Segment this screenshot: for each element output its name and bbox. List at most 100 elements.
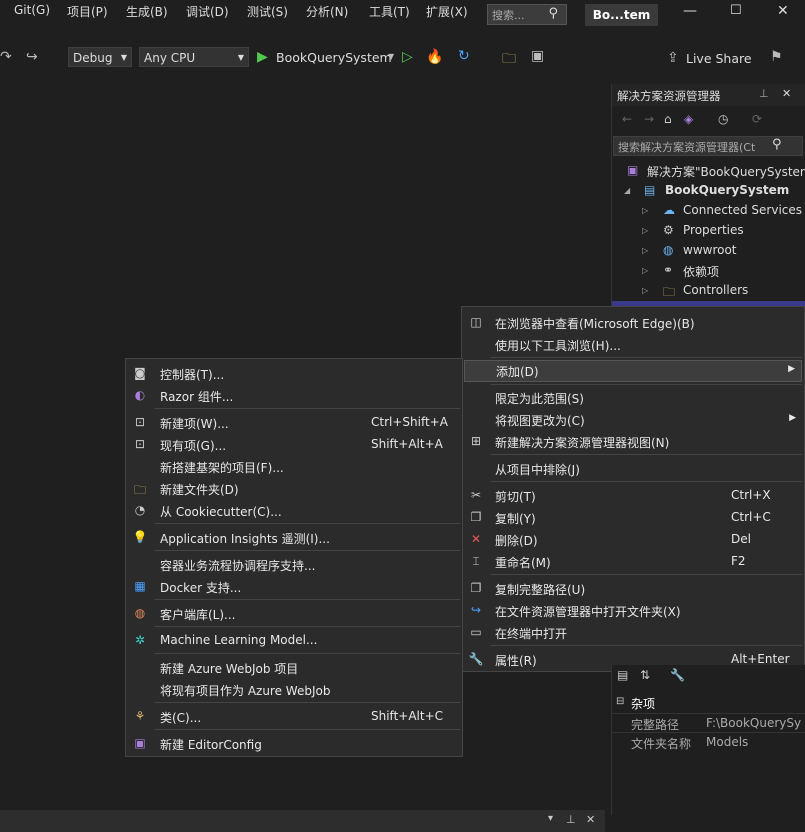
redo-icon[interactable]: ↷: [0, 49, 12, 65]
folder-icon[interactable]: 🗀: [502, 48, 516, 72]
forward-icon[interactable]: →: [644, 112, 654, 126]
bottom-panel-header: ▾ ⊥ ✕: [0, 810, 605, 832]
tree-item-dependencies[interactable]: ▷ ⚭ 依赖项: [612, 261, 805, 281]
tree-item-controllers[interactable]: ▷ 🗀 Controllers: [612, 281, 805, 301]
tree-item-solution[interactable]: ▣ 解决方案"BookQuerySystem": [612, 161, 805, 181]
tree-item-connected-services[interactable]: ▷ ☁ Connected Services: [612, 201, 805, 221]
tree-item-project[interactable]: ◢ ▤ BookQuerySystem: [612, 181, 805, 201]
config-dropdown[interactable]: Debug ▼: [68, 47, 132, 67]
menu-item-controller[interactable]: ◙ 控制器(T)...: [126, 363, 462, 385]
menu-item-docker-support[interactable]: ▦ Docker 支持...: [126, 576, 462, 598]
refresh-icon[interactable]: ↻: [458, 48, 470, 64]
menu-extensions[interactable]: 扩展(X): [426, 3, 468, 20]
menu-item-browse-with[interactable]: 使用以下工具浏览(H)...: [462, 334, 804, 356]
run-without-debug-icon[interactable]: ▷: [402, 49, 413, 65]
menu-item-editorconfig[interactable]: ▣ 新建 EditorConfig: [126, 733, 462, 755]
collapsed-caret-icon[interactable]: ▷: [642, 246, 648, 255]
chevron-down-icon[interactable]: ▾: [548, 813, 553, 824]
solution-title-badge[interactable]: Bo...tem: [585, 4, 658, 26]
menu-item-cookiecutter[interactable]: ◔ 从 Cookiecutter(C)...: [126, 500, 462, 522]
global-search-input[interactable]: 搜索... ⚲: [487, 4, 567, 25]
minimize-icon[interactable]: —: [683, 3, 697, 19]
menu-item-existing-webjob[interactable]: 将现有项目作为 Azure WebJob: [126, 679, 462, 701]
collapsed-caret-icon[interactable]: ▷: [642, 226, 648, 235]
categorized-icon[interactable]: ▤: [617, 668, 628, 682]
menu-item-cut[interactable]: ✂ 剪切(T) Ctrl+X: [462, 485, 804, 507]
platform-dropdown[interactable]: Any CPU ▼: [139, 47, 249, 67]
copy-icon: ❐: [470, 510, 482, 524]
tree-item-wwwroot[interactable]: ▷ ◍ wwwroot: [612, 241, 805, 261]
history-icon[interactable]: ◷: [718, 112, 728, 126]
tree-item-properties[interactable]: ▷ ⚙ Properties: [612, 221, 805, 241]
menu-item-exclude[interactable]: 从项目中排除(J): [462, 458, 804, 480]
close-icon[interactable]: ✕: [782, 87, 791, 100]
collapse-icon[interactable]: ⊟: [616, 696, 624, 707]
expanded-caret-icon[interactable]: ◢: [624, 186, 630, 195]
menu-analyze[interactable]: 分析(N): [306, 3, 348, 20]
menu-item-ml-model[interactable]: ✲ Machine Learning Model...: [126, 630, 462, 652]
menu-item-delete[interactable]: ✕ 删除(D) Del: [462, 529, 804, 551]
menu-item-razor-component[interactable]: ◐ Razor 组件...: [126, 385, 462, 407]
menu-test[interactable]: 测试(S): [247, 3, 288, 20]
menu-project[interactable]: 项目(P): [67, 3, 108, 20]
menu-item-rename[interactable]: ⌶ 重命名(M) F2: [462, 551, 804, 573]
menu-item-class[interactable]: ⚘ 类(C)... Shift+Alt+C: [126, 706, 462, 728]
menu-item-open-in-terminal[interactable]: ▭ 在终端中打开: [462, 622, 804, 644]
maximize-icon[interactable]: ☐: [730, 3, 742, 18]
hot-reload-icon[interactable]: 🔥: [426, 49, 443, 65]
menu-item-copy-full-path[interactable]: ❐ 复制完整路径(U): [462, 578, 804, 600]
feedback-icon[interactable]: ⚑: [770, 49, 783, 65]
pin-icon[interactable]: ⊥: [759, 87, 769, 100]
menu-item-change-view[interactable]: 将视图更改为(C) ▶: [462, 409, 804, 431]
menu-item-copy[interactable]: ❐ 复制(Y) Ctrl+C: [462, 507, 804, 529]
solution-explorer-search-input[interactable]: 搜索解决方案资源管理器(Ct ⚲: [613, 136, 803, 156]
run-target-label[interactable]: BookQuerySystem: [276, 50, 392, 65]
property-row[interactable]: 文件夹名称 Models: [612, 732, 805, 753]
menu-item-label: 在文件资源管理器中打开文件夹(X): [495, 605, 681, 619]
collapsed-caret-icon[interactable]: ▷: [642, 266, 648, 275]
vs-switch-icon[interactable]: ◈: [684, 112, 693, 126]
redo-arrow-icon[interactable]: ↪: [26, 49, 38, 65]
menu-item-scaffolded-item[interactable]: 新搭建基架的项目(F)...: [126, 456, 462, 478]
menu-item-label: 从项目中排除(J): [495, 463, 580, 477]
menu-item-label: 属性(R): [495, 654, 537, 668]
menu-item-new-folder[interactable]: 🗀 新建文件夹(D): [126, 478, 462, 500]
back-icon[interactable]: ←: [622, 112, 632, 126]
solution-explorer-toolbar: ← → ⌂ ◈ ◷ ⟳: [612, 110, 805, 132]
menu-build[interactable]: 生成(B): [126, 3, 168, 20]
menu-git[interactable]: Git(G): [14, 3, 50, 17]
menu-item-app-insights[interactable]: 💡 Application Insights 遥测(I)...: [126, 527, 462, 549]
pin-icon[interactable]: ⊥: [566, 813, 576, 826]
menu-item-scope[interactable]: 限定为此范围(S): [462, 387, 804, 409]
menu-item-container-orchestrator[interactable]: 容器业务流程协调程序支持...: [126, 554, 462, 576]
property-row[interactable]: 完整路径 F:\BookQuerySy: [612, 713, 805, 734]
live-share-icon[interactable]: ⇪: [667, 50, 679, 66]
menu-item-label: 从 Cookiecutter(C)...: [160, 505, 282, 519]
menu-item-open-in-explorer[interactable]: ↪ 在文件资源管理器中打开文件夹(X): [462, 600, 804, 622]
collapsed-caret-icon[interactable]: ▷: [642, 286, 648, 295]
layout-icon[interactable]: ▣: [531, 48, 544, 64]
chevron-down-icon[interactable]: ▼: [388, 52, 394, 61]
play-icon[interactable]: ▶: [257, 49, 268, 65]
home-icon[interactable]: ⌂: [664, 112, 672, 126]
controller-icon: ◙: [134, 366, 146, 380]
property-pages-icon[interactable]: 🔧: [670, 668, 685, 682]
copy-path-icon: ❐: [470, 581, 482, 595]
menu-item-client-library[interactable]: ◍ 客户端库(L)...: [126, 603, 462, 625]
app-insights-icon: 💡: [132, 530, 148, 544]
menu-item-existing-item[interactable]: ⊡ 现有项(G)... Shift+Alt+A: [126, 434, 462, 456]
menu-debug[interactable]: 调试(D): [186, 3, 229, 20]
menu-item-label: 现有项(G)...: [160, 439, 227, 453]
close-icon[interactable]: ✕: [777, 3, 789, 19]
menu-tools[interactable]: 工具(T): [369, 3, 410, 20]
close-icon[interactable]: ✕: [586, 813, 595, 826]
live-share-button[interactable]: Live Share: [686, 51, 752, 66]
menu-item-add[interactable]: 添加(D) ▶: [464, 360, 802, 382]
menu-item-new-item[interactable]: ⊡ 新建项(W)... Ctrl+Shift+A: [126, 412, 462, 434]
menu-item-new-view[interactable]: ⊞ 新建解决方案资源管理器视图(N): [462, 431, 804, 453]
menu-item-view-in-browser[interactable]: ◫ 在浏览器中查看(Microsoft Edge)(B): [462, 312, 804, 334]
sync-icon[interactable]: ⟳: [752, 112, 762, 126]
alphabetical-icon[interactable]: ⇅: [640, 668, 650, 682]
collapsed-caret-icon[interactable]: ▷: [642, 206, 648, 215]
menu-item-new-webjob[interactable]: 新建 Azure WebJob 项目: [126, 657, 462, 679]
